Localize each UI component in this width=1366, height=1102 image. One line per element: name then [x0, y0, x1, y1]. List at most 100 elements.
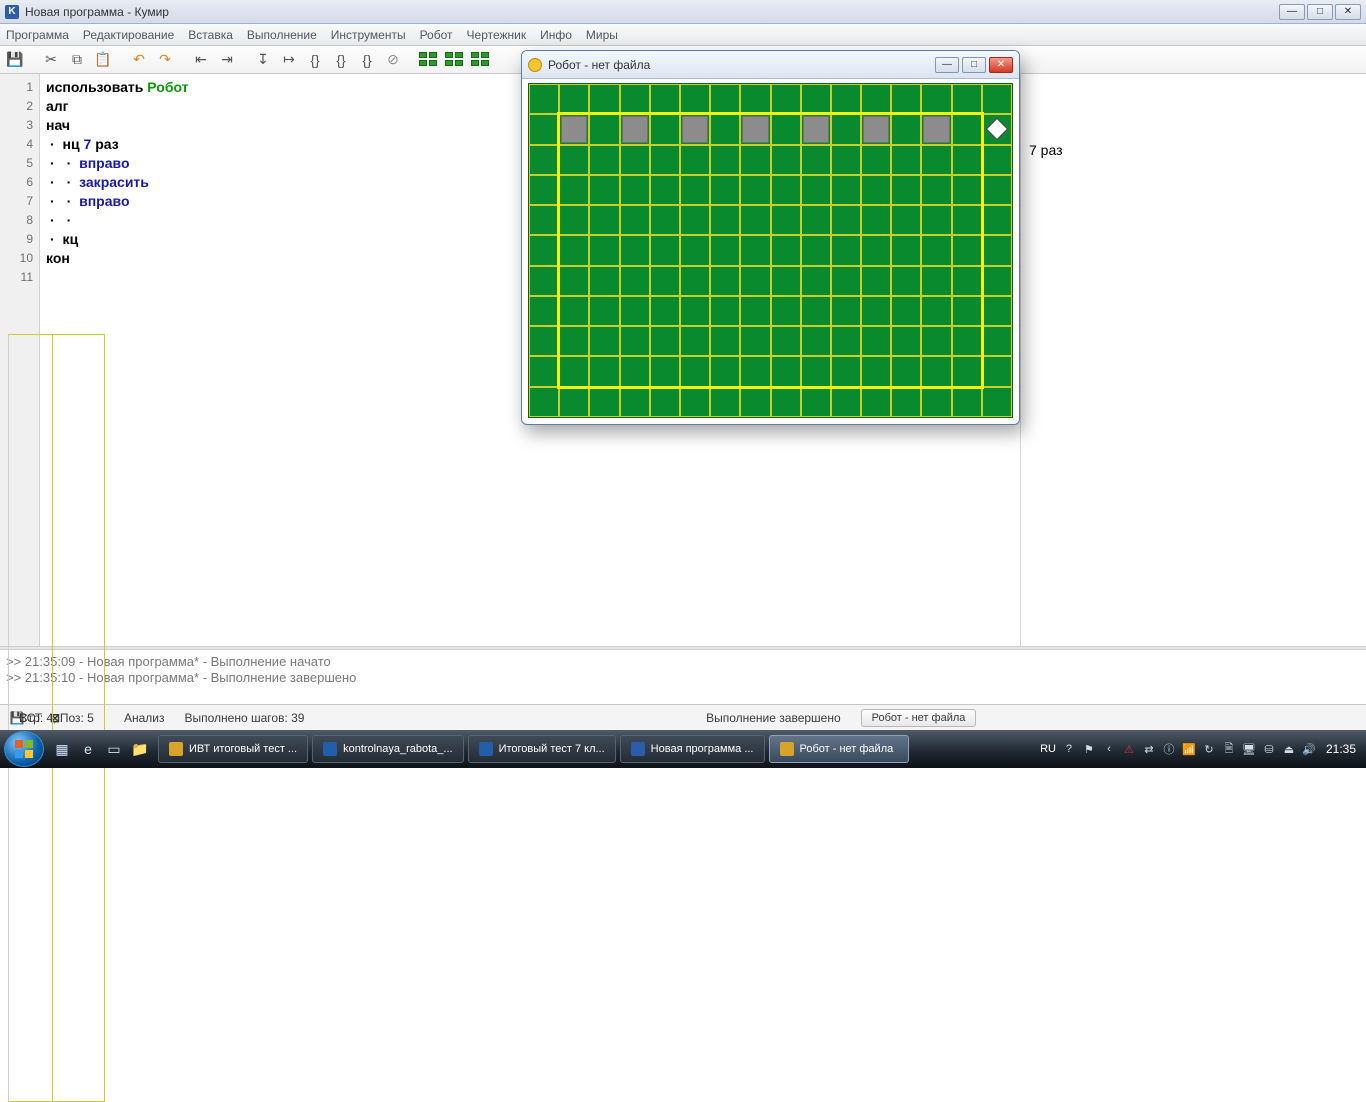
tray-antenna-icon[interactable]: 📶 [1182, 742, 1196, 756]
grid-cell [771, 387, 801, 417]
maximize-button[interactable]: □ [1307, 4, 1333, 20]
output-pane: 7 раз [1020, 74, 1366, 646]
quick-launch: ▦ e ▭ 📁 [50, 736, 152, 762]
indent-icon[interactable]: ⇥ [216, 49, 238, 71]
menu-drafter[interactable]: Чертежник [467, 28, 527, 42]
window-buttons: — □ ✕ [1279, 4, 1361, 20]
taskbar-item[interactable]: Робот - нет файла [769, 735, 909, 763]
grid-cell [982, 205, 1012, 235]
grid-cell [771, 84, 801, 114]
paste-icon[interactable]: 📋 [92, 49, 114, 71]
cut-icon[interactable]: ✂ [40, 49, 62, 71]
outdent-icon[interactable]: ⇤ [190, 49, 212, 71]
grid-cell [559, 84, 589, 114]
robot-titlebar[interactable]: Робот - нет файла — □ ✕ [522, 51, 1019, 79]
tray-volume-icon[interactable]: 🔊 [1302, 742, 1316, 756]
tray-help-icon[interactable]: ? [1062, 742, 1076, 756]
grid-cell [620, 84, 650, 114]
tray-monitor-icon[interactable]: 🖥 [1242, 742, 1256, 756]
ql-browser-icon[interactable]: e [76, 736, 100, 762]
status-analysis: Анализ [124, 711, 165, 725]
robot-icon [528, 58, 542, 72]
taskbar-item[interactable]: ИВТ итоговый тест ... [158, 735, 308, 763]
tray-chevron-icon[interactable]: ‹ [1102, 742, 1116, 756]
field-boundary [557, 112, 984, 388]
line-number: 4 [0, 135, 33, 154]
menu-insert[interactable]: Вставка [188, 28, 233, 42]
tray-doc-icon[interactable]: 🗎 [1222, 742, 1236, 756]
copy-icon[interactable]: ⧉ [66, 49, 88, 71]
grid-cell [529, 296, 559, 326]
redo-icon[interactable]: ↷ [154, 49, 176, 71]
grid-cell [982, 296, 1012, 326]
grid-cell [891, 387, 921, 417]
menu-program[interactable]: Программа [6, 28, 69, 42]
grid-cell [529, 326, 559, 356]
tray-info-icon[interactable]: ⓘ [1162, 742, 1176, 756]
line-number: 10 [0, 249, 33, 268]
ql-folder-icon[interactable]: 📁 [128, 736, 152, 762]
status-robot-button[interactable]: Робот - нет файла [861, 709, 977, 727]
grid-cell [982, 387, 1012, 417]
system-tray: RU ? ⚑ ‹ ⚠ ⇄ ⓘ 📶 ↻ 🗎 🖥 ⛁ ⏏ 🔊 21:35 [1040, 742, 1362, 756]
tray-language[interactable]: RU [1040, 743, 1056, 755]
robot-field[interactable] [528, 83, 1013, 418]
stop-icon[interactable]: ⊘ [382, 49, 404, 71]
close-button[interactable]: ✕ [1335, 4, 1361, 20]
robot-close-button[interactable]: ✕ [989, 57, 1013, 73]
grid-cell [529, 175, 559, 205]
save-icon[interactable]: 💾 [4, 49, 26, 71]
braces2-icon[interactable]: {} [330, 49, 352, 71]
braces1-icon[interactable]: {} [304, 49, 326, 71]
braces3-icon[interactable]: {} [356, 49, 378, 71]
menu-info[interactable]: Инфо [540, 28, 572, 42]
robot-window-buttons: — □ ✕ [935, 57, 1013, 73]
menu-worlds[interactable]: Миры [586, 28, 618, 42]
grid-cell [680, 387, 710, 417]
taskbar-item[interactable]: kontrolnaya_rabota_... [312, 735, 463, 763]
tray-update-icon[interactable]: ↻ [1202, 742, 1216, 756]
run-grid1-icon[interactable] [418, 49, 440, 71]
taskbar-item-label: Итоговый тест 7 кл... [499, 743, 605, 755]
ql-show-desktop-icon[interactable]: ▭ [102, 736, 126, 762]
tray-net-icon[interactable]: ⇄ [1142, 742, 1156, 756]
grid-cell [801, 84, 831, 114]
menu-run[interactable]: Выполнение [247, 28, 317, 42]
minimize-button[interactable]: — [1279, 4, 1305, 20]
taskbar-item-label: kontrolnaya_rabota_... [343, 743, 452, 755]
robot-minimize-button[interactable]: — [935, 57, 959, 73]
grid-cell [589, 387, 619, 417]
menu-edit[interactable]: Редактирование [83, 28, 174, 42]
tray-disk-icon[interactable]: ⛁ [1262, 742, 1276, 756]
ql-explorer-icon[interactable]: ▦ [50, 736, 74, 762]
run-grid2-icon[interactable] [444, 49, 466, 71]
taskbar-item[interactable]: Новая программа ... [620, 735, 765, 763]
undo-icon[interactable]: ↶ [128, 49, 150, 71]
line-number: 6 [0, 173, 33, 192]
run-grid3-icon[interactable] [470, 49, 492, 71]
taskbar-item[interactable]: Итоговый тест 7 кл... [468, 735, 616, 763]
grid-cell [861, 84, 891, 114]
menu-tools[interactable]: Инструменты [331, 28, 406, 42]
taskbar-item-icon [631, 742, 645, 756]
start-button[interactable] [4, 731, 44, 767]
robot-window[interactable]: Робот - нет файла — □ ✕ [521, 50, 1020, 425]
grid-cell [740, 387, 770, 417]
tray-shield-icon[interactable]: ⚠ [1122, 742, 1136, 756]
menu-robot[interactable]: Робот [420, 28, 453, 42]
status-steps: Выполнено шагов: 39 [185, 711, 305, 725]
step-into-icon[interactable]: ↧ [252, 49, 274, 71]
tray-flag-icon[interactable]: ⚑ [1082, 742, 1096, 756]
tray-clock[interactable]: 21:35 [1326, 742, 1356, 756]
tray-eject-icon[interactable]: ⏏ [1282, 742, 1296, 756]
taskbar-item-icon [169, 742, 183, 756]
robot-maximize-button[interactable]: □ [962, 57, 986, 73]
step-over-icon[interactable]: ↦ [278, 49, 300, 71]
painted-cell [923, 116, 949, 142]
painted-cell [561, 116, 587, 142]
grid-cell [680, 84, 710, 114]
console-pane: >> 21:35:09 - Новая программа* - Выполне… [0, 650, 1366, 704]
grid-cell [529, 205, 559, 235]
grid-cell [559, 387, 589, 417]
taskbar-item-icon [479, 742, 493, 756]
